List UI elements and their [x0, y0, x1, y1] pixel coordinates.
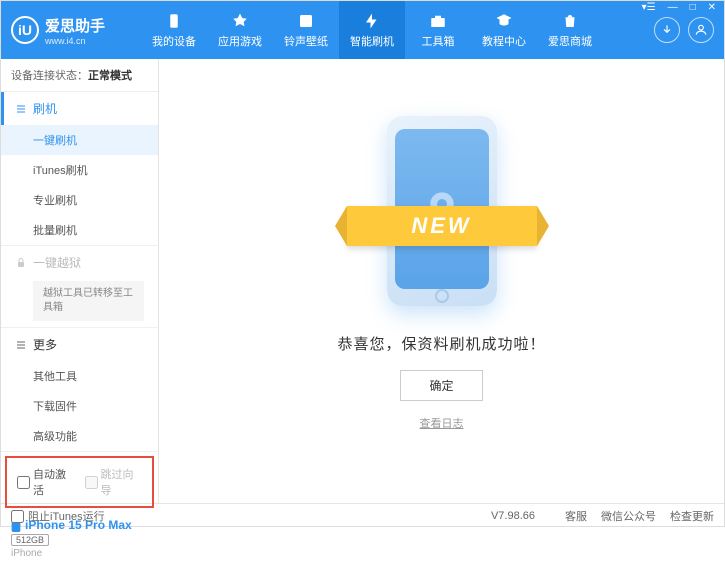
app-header: iU 爱思助手 www.i4.cn 我的设备 应用游戏 铃声壁纸 智能刷机 工具…	[1, 1, 724, 59]
lock-icon	[15, 257, 27, 269]
store-icon	[561, 12, 579, 30]
footer-link-update[interactable]: 检查更新	[670, 508, 714, 524]
flash-icon	[363, 12, 381, 30]
sidebar: 设备连接状态：正常模式 刷机 一键刷机 iTunes刷机 专业刷机 批量刷机 一…	[1, 59, 159, 503]
options-highlighted: 自动激活 跳过向导	[5, 456, 154, 508]
footer-link-wechat[interactable]: 微信公众号	[601, 508, 656, 524]
storage-badge: 512GB	[11, 534, 49, 546]
skip-guide-checkbox[interactable]: 跳过向导	[85, 466, 143, 498]
device-type: iPhone	[11, 548, 148, 559]
download-button[interactable]	[654, 17, 680, 43]
menu-icon	[15, 339, 27, 351]
logo: iU 爱思助手 www.i4.cn	[11, 15, 141, 46]
app-url: www.i4.cn	[45, 36, 105, 46]
sidebar-item-other-tools[interactable]: 其他工具	[1, 361, 158, 391]
nav-store[interactable]: 爱思商城	[537, 1, 603, 59]
nav-toolbox[interactable]: 工具箱	[405, 1, 471, 59]
sidebar-more-header[interactable]: 更多	[1, 328, 158, 361]
wallpaper-icon	[297, 12, 315, 30]
sidebar-jailbreak-header: 一键越狱	[1, 246, 158, 279]
device-icon	[165, 12, 183, 30]
sidebar-item-batch-flash[interactable]: 批量刷机	[1, 215, 158, 245]
success-illustration: NEW	[377, 111, 507, 311]
nav-ringtones[interactable]: 铃声壁纸	[273, 1, 339, 59]
chevron-icon	[15, 103, 27, 115]
sidebar-item-advanced[interactable]: 高级功能	[1, 421, 158, 451]
version-label: V7.98.66	[491, 510, 535, 522]
block-itunes-checkbox[interactable]: 阻止iTunes运行	[11, 508, 105, 524]
user-button[interactable]	[688, 17, 714, 43]
minimize-icon[interactable]: —	[665, 2, 681, 13]
menu-icon[interactable]: ▾☰	[639, 2, 659, 13]
new-badge: NEW	[347, 206, 537, 246]
sidebar-jailbreak-note: 越狱工具已转移至工具箱	[33, 281, 144, 321]
confirm-button[interactable]: 确定	[400, 370, 482, 401]
maximize-icon[interactable]: □	[687, 2, 699, 13]
apps-icon	[231, 12, 249, 30]
nav-smart-flash[interactable]: 智能刷机	[339, 1, 405, 59]
connection-status: 设备连接状态：正常模式	[1, 59, 158, 92]
sidebar-item-oneclick-flash[interactable]: 一键刷机	[1, 125, 158, 155]
logo-icon: iU	[11, 16, 39, 44]
nav-tutorials[interactable]: 教程中心	[471, 1, 537, 59]
view-log-link[interactable]: 查看日志	[420, 415, 464, 431]
footer-link-support[interactable]: 客服	[565, 508, 587, 524]
sidebar-item-download-firmware[interactable]: 下载固件	[1, 391, 158, 421]
nav-apps-games[interactable]: 应用游戏	[207, 1, 273, 59]
app-name: 爱思助手	[45, 15, 105, 36]
sidebar-item-itunes-flash[interactable]: iTunes刷机	[1, 155, 158, 185]
auto-activate-checkbox[interactable]: 自动激活	[17, 466, 75, 498]
nav-my-device[interactable]: 我的设备	[141, 1, 207, 59]
toolbox-icon	[429, 12, 447, 30]
sidebar-flash-header[interactable]: 刷机	[1, 92, 158, 125]
close-icon[interactable]: ✕	[705, 2, 719, 13]
main-content: NEW 恭喜您，保资料刷机成功啦！ 确定 查看日志	[159, 59, 724, 503]
tutorial-icon	[495, 12, 513, 30]
sidebar-item-pro-flash[interactable]: 专业刷机	[1, 185, 158, 215]
success-message: 恭喜您，保资料刷机成功啦！	[337, 333, 545, 354]
